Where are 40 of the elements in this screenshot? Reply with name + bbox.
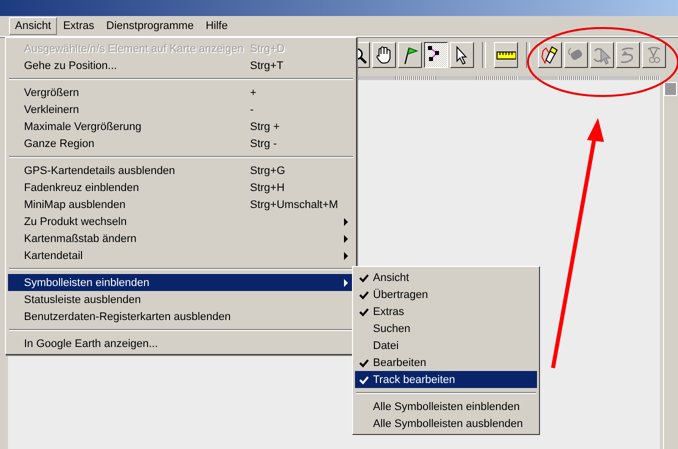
menu-item[interactable]: GPS-Kartendetails ausblenden Strg+G xyxy=(8,162,354,179)
scissors-icon xyxy=(647,46,661,63)
menu-item[interactable]: Ansicht xyxy=(355,269,537,286)
menu-item[interactable]: Kartenmaßstab ändern xyxy=(8,230,354,247)
menu-item[interactable]: Zu Produkt wechseln xyxy=(8,213,354,230)
menu-bar-item[interactable]: Hilfe xyxy=(200,17,234,35)
menu-item[interactable]: Verkleinern - xyxy=(8,101,354,118)
scrollbar[interactable] xyxy=(663,82,678,449)
menu-item[interactable]: Suchen xyxy=(355,320,537,337)
menu-item[interactable]: Alle Symbolleisten einblenden xyxy=(355,398,537,415)
menu-item[interactable]: In Google Earth anzeigen... xyxy=(8,335,354,352)
menu-item[interactable]: Übertragen xyxy=(355,286,537,303)
toolbar-button[interactable] xyxy=(424,42,448,68)
menu-item[interactable]: Statusleiste ausblenden xyxy=(8,291,354,308)
hand-icon xyxy=(376,46,390,64)
menu-item[interactable]: Symbolleisten einblenden xyxy=(8,274,354,291)
menu-item[interactable]: Bearbeiten xyxy=(355,354,537,371)
menu-item[interactable]: Extras xyxy=(355,303,537,320)
menu-item[interactable]: Fadenkreuz einblenden Strg+H xyxy=(8,179,354,196)
ruler-icon xyxy=(496,52,516,60)
menu-bar-item[interactable]: Ansicht xyxy=(9,17,58,35)
menu-bar-item[interactable]: Dienstprogramme xyxy=(100,17,200,35)
menu-item[interactable]: Benutzerdaten-Registerkarten ausblenden xyxy=(8,308,354,325)
menu-item[interactable]: Kartendetail xyxy=(8,247,354,264)
menu-item[interactable]: MiniMap ausblenden Strg+Umschalt+M xyxy=(8,196,354,213)
track-icon xyxy=(620,47,634,63)
flag-icon xyxy=(404,47,418,64)
menu-item[interactable]: Gehe zu Position... Strg+T xyxy=(8,57,354,74)
menu-item[interactable]: Alle Symbolleisten ausblenden xyxy=(355,415,537,432)
menu-item[interactable]: Maximale Vergrößerung Strg + xyxy=(8,118,354,135)
menu-item[interactable]: Vergrößern + xyxy=(8,84,354,101)
menu-item[interactable]: Track bearbeiten xyxy=(355,371,537,388)
cursor-icon xyxy=(593,48,612,65)
menu-item[interactable]: Datei xyxy=(355,337,537,354)
eraser-icon xyxy=(568,48,584,61)
menu-item[interactable]: Ganze Region Strg - xyxy=(8,135,354,152)
menu-bar-item[interactable]: Extras xyxy=(57,17,100,35)
nodes-icon xyxy=(428,46,439,61)
pointer-icon xyxy=(456,46,468,65)
pencil-icon xyxy=(541,46,558,64)
